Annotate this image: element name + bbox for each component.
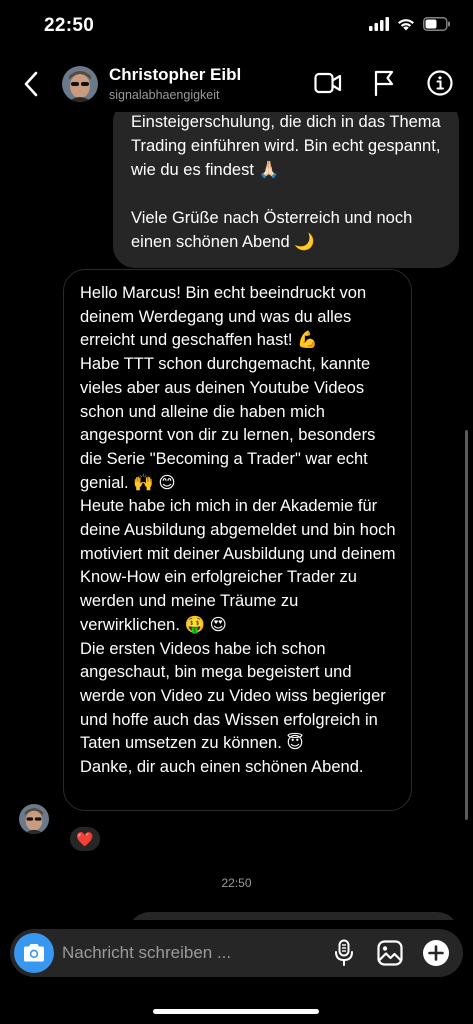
- message-timestamp: 22:50: [221, 876, 252, 890]
- add-button[interactable]: [421, 938, 451, 968]
- gallery-button[interactable]: [375, 938, 405, 968]
- wifi-icon: [397, 17, 415, 36]
- status-time: 22:50: [44, 15, 95, 36]
- heart-reaction[interactable]: ❤️: [68, 825, 102, 853]
- message-text: Heute habe ich mich in der Akademie für …: [80, 497, 396, 634]
- microphone-icon: [335, 939, 353, 966]
- camera-icon: [24, 944, 44, 962]
- status-bar: 22:50: [0, 0, 473, 52]
- message-text: Hello Marcus! Bin echt beeindruckt von d…: [80, 284, 367, 350]
- home-indicator[interactable]: [153, 1009, 319, 1014]
- message-text: Viele Grüße nach Österreich und noch ein…: [131, 209, 413, 251]
- info-icon: [427, 70, 453, 96]
- voice-message-button[interactable]: [329, 938, 359, 968]
- composer-actions: [329, 938, 451, 968]
- flag-icon: [374, 70, 394, 96]
- message-composer: [10, 929, 463, 977]
- chat-header: Christopher Eibl signalabhaengigkeit: [0, 56, 473, 112]
- avatar[interactable]: [62, 66, 98, 102]
- chat-thread[interactable]: Einsteigerschulung, die dich in das Them…: [0, 112, 473, 920]
- battery-icon: [423, 17, 451, 36]
- scrollbar[interactable]: [465, 430, 468, 820]
- message-text: Danke, dir auch einen schönen Abend.: [80, 758, 364, 777]
- back-button[interactable]: [16, 66, 46, 102]
- sender-avatar[interactable]: [19, 804, 49, 834]
- outgoing-message-partial[interactable]: [128, 912, 459, 920]
- outgoing-message[interactable]: Einsteigerschulung, die dich in das Them…: [113, 112, 459, 268]
- message-text: Einsteigerschulung, die dich in das Them…: [131, 113, 441, 179]
- video-camera-icon: [314, 72, 342, 94]
- info-button[interactable]: [425, 68, 455, 98]
- camera-button[interactable]: [14, 933, 54, 973]
- contact-name[interactable]: Christopher Eibl: [109, 65, 241, 85]
- header-actions: [313, 68, 455, 98]
- image-icon: [377, 940, 403, 966]
- incoming-message[interactable]: Hello Marcus! Bin echt beeindruckt von d…: [63, 269, 412, 811]
- status-icons: [369, 17, 451, 36]
- message-text: Die ersten Videos habe ich schon angesch…: [80, 639, 386, 753]
- chevron-left-icon: [24, 71, 38, 97]
- message-input[interactable]: [62, 941, 312, 965]
- contact-username[interactable]: signalabhaengigkeit: [109, 88, 220, 102]
- report-button[interactable]: [369, 68, 399, 98]
- message-text: Habe TTT schon durchgemacht, kannte viel…: [80, 355, 376, 492]
- video-call-button[interactable]: [313, 68, 343, 98]
- signal-icon: [369, 17, 389, 36]
- plus-circle-icon: [423, 940, 449, 966]
